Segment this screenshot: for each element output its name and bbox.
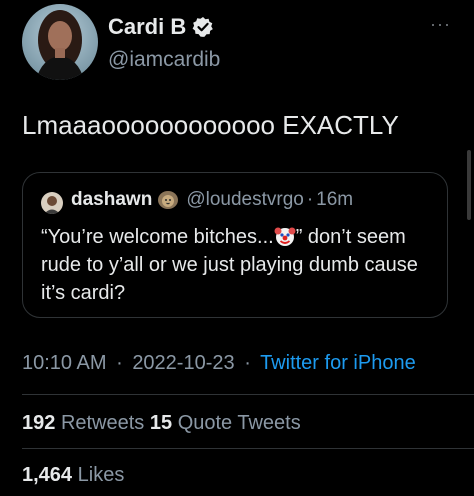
retweets-label: Retweets — [60, 412, 145, 434]
meta-dot-2: · — [244, 352, 251, 374]
tweet-source-link[interactable]: Twitter for iPhone — [260, 352, 416, 374]
quotes-stat[interactable]: 15 Quote Tweets — [150, 412, 301, 434]
author-name-row: Cardi B — [108, 14, 214, 40]
author-display-name[interactable]: Cardi B — [108, 14, 186, 40]
quotes-count: 15 — [149, 412, 173, 434]
likes-label: Likes — [77, 464, 125, 486]
quoted-author-name: dashawn — [71, 189, 153, 210]
divider — [22, 448, 474, 449]
divider — [22, 394, 474, 395]
quoted-author-avatar — [41, 192, 63, 214]
engagement-stats: 192 Retweets 15 Quote Tweets — [22, 412, 301, 435]
scrollbar[interactable] — [467, 150, 471, 220]
quoted-tweet-text: “You’re welcome bitches...” don’t seem r… — [41, 223, 436, 307]
quoted-tweet-header: dashawn @loudestvrgo · 16m — [71, 189, 353, 211]
meta-dot: · — [116, 352, 123, 374]
tweet-time: 10:10 AM — [22, 352, 107, 374]
quoted-text-before-emoji: “You’re welcome bitches... — [41, 226, 274, 248]
quoted-tweet-card[interactable]: dashawn @loudestvrgo · 16m “You’re welco… — [22, 172, 448, 318]
quoted-tweet-time: 16m — [316, 189, 354, 210]
retweets-count: 192 — [22, 412, 56, 434]
likes-count: 1,464 — [22, 464, 73, 486]
quoted-author-handle: @loudestvrgo — [186, 189, 304, 210]
author-handle[interactable]: @iamcardib — [108, 48, 220, 72]
verified-badge-icon — [192, 16, 214, 38]
clown-face-icon — [274, 225, 296, 247]
likes-stats[interactable]: 1,464 Likes — [22, 464, 124, 487]
quotes-label: Quote Tweets — [177, 412, 301, 434]
lion-emoji-icon — [156, 189, 180, 211]
tweet-text: Lmaaaoooooooooooo EXACTLY — [22, 110, 399, 140]
tweet-date: 2022-10-23 — [132, 352, 235, 374]
more-options-icon[interactable]: ··· — [430, 14, 451, 35]
retweets-stat[interactable]: 192 Retweets — [22, 412, 150, 434]
author-avatar[interactable] — [22, 4, 98, 80]
separator-dot: · — [306, 189, 314, 210]
tweet-meta: 10:10 AM · 2022-10-23 · Twitter for iPho… — [22, 352, 416, 375]
